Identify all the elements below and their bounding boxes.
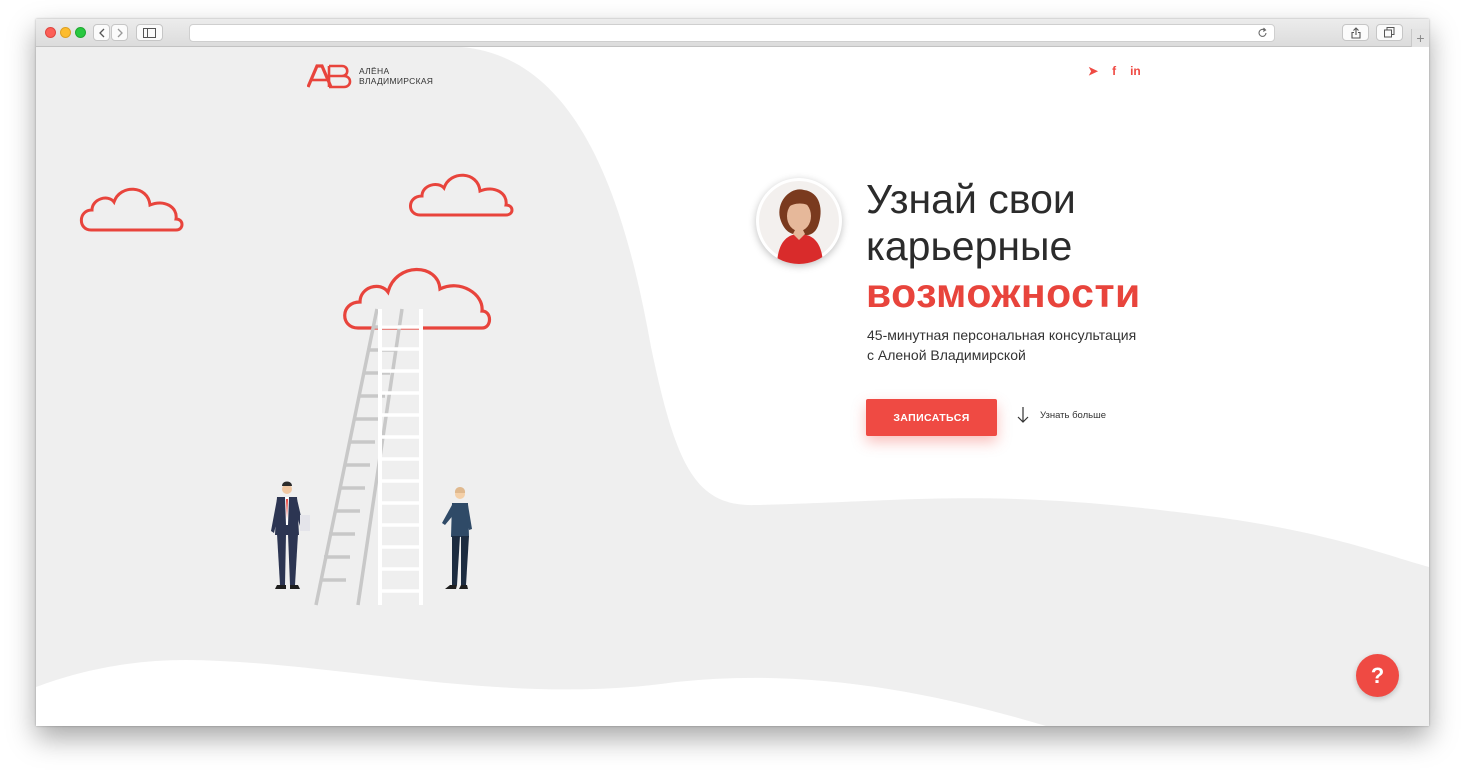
facebook-icon[interactable]: f: [1112, 64, 1116, 78]
woman-figure: [442, 487, 472, 589]
avatar: [756, 178, 842, 264]
share-icon: [1350, 26, 1361, 39]
address-bar[interactable]: [189, 24, 1275, 42]
chevron-right-icon: [117, 28, 123, 37]
linkedin-icon[interactable]: in: [1130, 64, 1141, 78]
social-links: ➤ f in: [1088, 64, 1141, 78]
close-window-button[interactable]: [45, 27, 56, 38]
sidebar-icon: [143, 27, 156, 38]
learn-more-link[interactable]: Узнать больше: [1016, 406, 1106, 424]
sidebar-button[interactable]: [136, 24, 163, 41]
cloud-icon: [409, 173, 514, 217]
minimize-window-button[interactable]: [60, 27, 71, 38]
reload-icon[interactable]: [1257, 27, 1268, 39]
hero-title-line-1: Узнай свои: [866, 176, 1076, 222]
help-button[interactable]: ?: [1356, 654, 1399, 697]
hero-subtitle-line-1: 45-минутная персональная консультация: [867, 327, 1137, 343]
zoom-window-button[interactable]: [75, 27, 86, 38]
hero-title-line-2: карьерные: [866, 223, 1073, 269]
portrait-photo: [759, 181, 839, 264]
arrow-down-icon: [1017, 407, 1029, 423]
cloud-icon: [343, 267, 492, 330]
learn-more-label: Узнать больше: [1040, 409, 1107, 421]
man-figure: [271, 481, 310, 589]
telegram-icon[interactable]: ➤: [1088, 64, 1098, 78]
hero-subtitle-line-2: с Аленой Владимирской: [867, 347, 1026, 363]
cloud-icon: [79, 187, 184, 232]
tabs-overview-button[interactable]: [1376, 24, 1403, 41]
hero-illustration: [79, 173, 514, 606]
page-viewport: АЛЁНА ВЛАДИМИРСКАЯ ➤ f in Узнай свои кар…: [36, 47, 1429, 726]
chevron-left-icon: [98, 28, 104, 37]
signup-button[interactable]: ЗАПИСАТЬСЯ: [866, 399, 997, 436]
browser-toolbar: +: [36, 19, 1429, 47]
hero-subtitle: 45-минутная персональная консультация с …: [867, 325, 1197, 365]
tabs-icon: [1384, 27, 1395, 38]
new-tab-button[interactable]: +: [1411, 29, 1429, 47]
browser-window: + АЛЁНА ВЛАДИМИРСКАЯ ➤ f in Узнай свои к…: [36, 19, 1429, 726]
forward-button[interactable]: [111, 24, 128, 41]
white-ladder: [378, 309, 423, 605]
hero-title: Узнай свои карьерные возможности: [866, 176, 1141, 317]
share-button[interactable]: [1342, 24, 1369, 41]
hero-title-accent: возможности: [866, 270, 1141, 316]
back-button[interactable]: [93, 24, 110, 41]
grey-ladder: [314, 308, 404, 606]
